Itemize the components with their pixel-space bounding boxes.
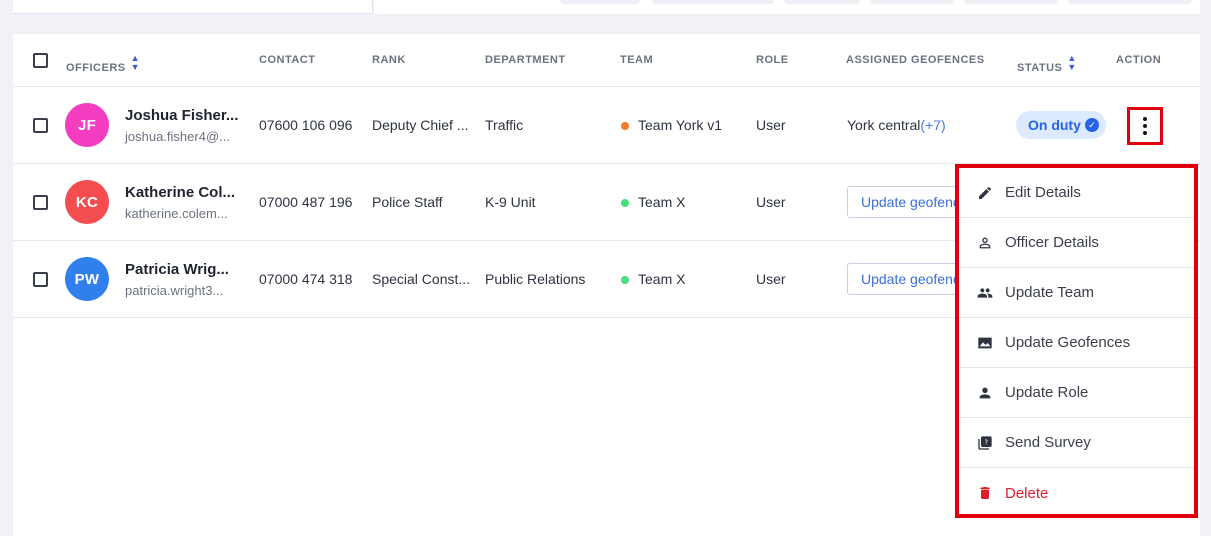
update-geofences-button[interactable]: Update geofences <box>847 263 963 295</box>
map-icon <box>978 337 992 348</box>
status-label: On duty <box>1028 117 1081 133</box>
department-cell: Public Relations <box>485 271 586 287</box>
toolbar-pill[interactable] <box>964 0 1058 4</box>
officer-name[interactable]: Katherine Col... <box>125 184 235 201</box>
table-row[interactable]: JF Joshua Fisher... joshua.fisher4@... 0… <box>13 87 1200 164</box>
people-icon <box>977 287 993 298</box>
team-cell: Team X <box>638 271 686 287</box>
avatar: PW <box>65 257 109 301</box>
menu-item-label: Update Geofences <box>1005 334 1131 351</box>
team-status-dot <box>621 276 629 284</box>
col-status[interactable]: STATUS ▲ ▼ <box>1017 54 1077 75</box>
menu-item-officer-details[interactable]: Officer Details <box>959 218 1194 268</box>
officer-email: katherine.colem... <box>125 206 228 221</box>
toolbar-pill[interactable] <box>784 0 860 4</box>
pencil-icon <box>979 186 992 199</box>
menu-item-label: Edit Details <box>1005 184 1081 201</box>
contact-cell: 07600 106 096 <box>259 117 353 133</box>
role-cell: User <box>756 117 786 133</box>
menu-item-send-survey[interactable]: ? Send Survey <box>959 418 1194 468</box>
officer-email: patricia.wright3... <box>125 283 224 298</box>
col-rank: RANK <box>372 54 406 66</box>
row-action-button[interactable] <box>1127 107 1163 145</box>
check-circle-icon: ✓ <box>1085 118 1099 132</box>
top-filter-card <box>13 0 373 14</box>
person-icon <box>979 387 991 398</box>
status-badge: On duty ✓ <box>1016 111 1106 139</box>
geofence-name: York central <box>847 117 921 133</box>
contact-cell: 07000 487 196 <box>259 194 353 210</box>
row-checkbox[interactable] <box>33 118 48 133</box>
toolbar-pill[interactable] <box>560 0 640 4</box>
menu-item-label: Delete <box>1005 484 1049 502</box>
col-officers[interactable]: OFFICERS ▲ ▼ <box>66 54 140 75</box>
team-status-dot <box>621 199 629 207</box>
update-geofences-button[interactable]: Update geofences <box>847 186 963 218</box>
geofence-more-link[interactable]: (+7) <box>920 117 945 133</box>
menu-item-label: Officer Details <box>1005 234 1099 251</box>
col-officers-label: OFFICERS <box>66 62 126 74</box>
officer-name[interactable]: Patricia Wrig... <box>125 261 229 278</box>
row-action-menu: Edit Details Officer Details Update Team… <box>955 164 1198 518</box>
team-cell: Team York v1 <box>638 117 723 133</box>
rank-cell: Police Staff <box>372 194 443 210</box>
menu-item-label: Send Survey <box>1005 434 1091 451</box>
contact-cell: 07000 474 318 <box>259 271 353 287</box>
department-cell: Traffic <box>485 117 524 133</box>
menu-item-label: Update Team <box>1005 284 1094 301</box>
person-outline-icon <box>979 237 991 248</box>
menu-item-update-role[interactable]: Update Role <box>959 368 1194 418</box>
toolbar-pill[interactable] <box>870 0 954 4</box>
col-role: ROLE <box>756 54 789 66</box>
sort-icon[interactable]: ▲ ▼ <box>1067 54 1076 72</box>
table-header: OFFICERS▲ ▼ CONTACT RANK DEPARTMENT TEAM … <box>13 34 1200 87</box>
avatar: KC <box>65 180 109 224</box>
row-checkbox[interactable] <box>33 195 48 210</box>
svg-text:?: ? <box>985 438 989 446</box>
menu-item-update-team[interactable]: Update Team <box>959 268 1194 318</box>
toolbar-pill[interactable] <box>652 0 774 4</box>
department-cell: K-9 Unit <box>485 194 536 210</box>
col-contact: CONTACT <box>259 54 316 66</box>
role-cell: User <box>756 194 786 210</box>
select-all-checkbox[interactable] <box>33 53 48 68</box>
col-department: DEPARTMENT <box>485 54 566 66</box>
officer-name[interactable]: Joshua Fisher... <box>125 107 238 124</box>
row-checkbox[interactable] <box>33 272 48 287</box>
col-action: ACTION <box>1116 54 1162 66</box>
menu-item-delete[interactable]: Delete <box>959 468 1194 518</box>
team-status-dot <box>621 122 629 130</box>
rank-cell: Deputy Chief ... <box>372 117 469 133</box>
role-cell: User <box>756 271 786 287</box>
officer-email: joshua.fisher4@... <box>125 129 230 144</box>
avatar: JF <box>65 103 109 147</box>
rank-cell: Special Const... <box>372 271 471 287</box>
col-geofences: ASSIGNED GEOFENCES <box>846 54 985 66</box>
menu-item-update-geofences[interactable]: Update Geofences <box>959 318 1194 368</box>
col-team: TEAM <box>620 54 654 66</box>
toolbar-pill[interactable] <box>1068 0 1192 4</box>
trash-icon <box>980 487 990 499</box>
menu-item-edit-details[interactable]: Edit Details <box>959 168 1194 218</box>
col-status-label: STATUS <box>1017 62 1063 74</box>
team-cell: Team X <box>638 194 686 210</box>
menu-item-label: Update Role <box>1005 384 1089 401</box>
sort-icon[interactable]: ▲ ▼ <box>131 54 140 72</box>
geofence-cell: York central(+7) <box>847 117 946 133</box>
kebab-icon <box>1143 117 1147 135</box>
survey-icon: ? <box>978 435 992 450</box>
top-toolbar <box>374 0 1200 14</box>
